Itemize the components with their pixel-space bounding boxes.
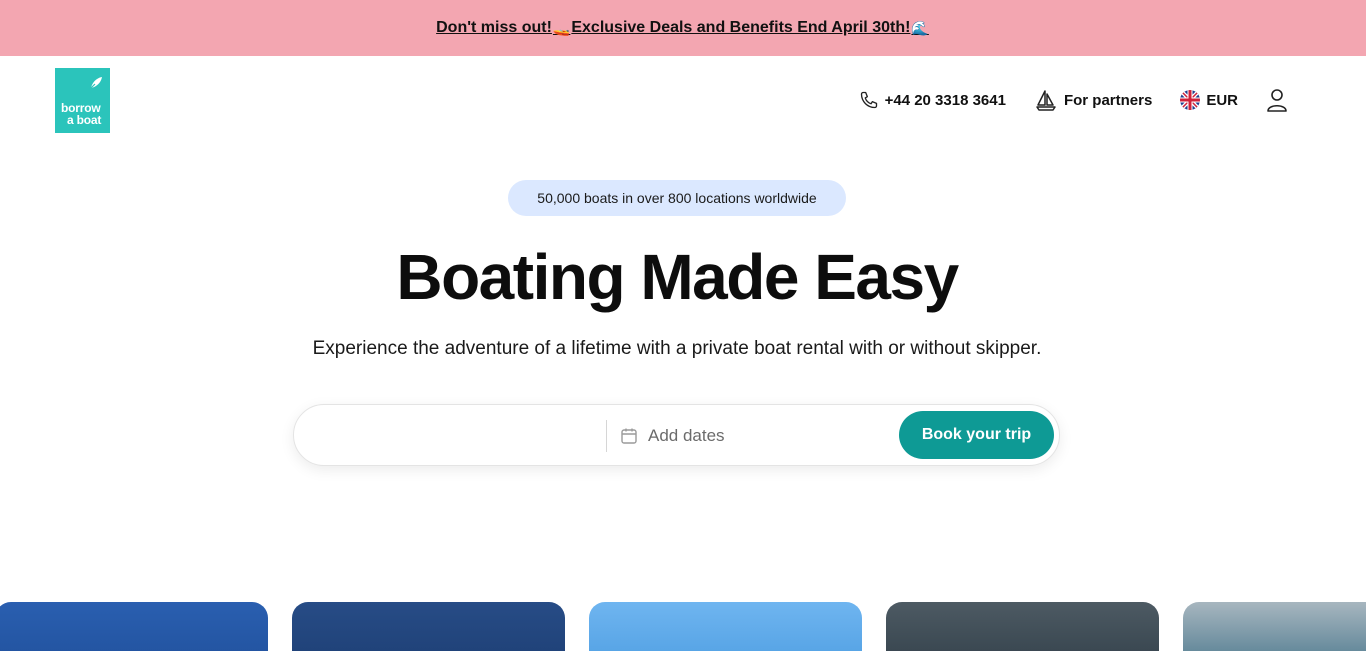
site-header: borrow a boat +44 20 3318 3641 For partn… [0, 56, 1366, 146]
search-bar: Add dates Book your trip [293, 404, 1060, 466]
date-picker-field[interactable]: Add dates [620, 417, 725, 455]
search-divider [606, 420, 607, 452]
hero-subtitle: Experience the adventure of a lifetime w… [312, 338, 1042, 359]
currency-selector[interactable]: EUR [1180, 90, 1238, 110]
promo-link[interactable]: Don't miss out! 🚤 Exclusive Deals and Be… [436, 19, 930, 37]
phone-link[interactable]: +44 20 3318 3641 [859, 90, 1006, 110]
promo-text-end: Exclusive Deals and Benefits End April 3… [571, 19, 911, 36]
partners-label: For partners [1063, 91, 1153, 109]
header-nav: +44 20 3318 3641 For partners EUR [831, 86, 1288, 114]
promo-banner: Don't miss out! 🚤 Exclusive Deals and Be… [0, 0, 1366, 56]
account-button[interactable] [1266, 88, 1288, 112]
promo-text-start: Don't miss out! [436, 19, 552, 36]
calendar-icon [621, 428, 637, 444]
destination-card[interactable] [0, 602, 268, 651]
phone-icon [860, 91, 877, 109]
speedboat-emoji: 🚤 [552, 19, 571, 36]
hero-title: Boating Made Easy [396, 241, 959, 313]
destination-card[interactable] [292, 602, 565, 651]
logo[interactable]: borrow a boat [55, 68, 110, 133]
destination-card[interactable] [589, 602, 862, 651]
wave-emoji: 🌊 [911, 19, 929, 36]
destination-card[interactable] [1183, 602, 1366, 651]
logo-text: borrow a boat [61, 102, 101, 126]
destination-card[interactable] [886, 602, 1159, 651]
destination-cards [0, 602, 1366, 651]
feather-icon [89, 77, 102, 90]
boats-count-badge: 50,000 boats in over 800 locations world… [508, 180, 846, 216]
sailboat-icon [1036, 90, 1056, 111]
uk-flag-icon [1180, 90, 1201, 110]
partners-link[interactable]: For partners [1034, 88, 1152, 112]
phone-number: +44 20 3318 3641 [884, 91, 1006, 109]
location-input[interactable] [314, 417, 599, 455]
dates-placeholder: Add dates [648, 426, 725, 445]
logo-line-2: a boat [67, 113, 102, 127]
book-trip-button[interactable]: Book your trip [899, 411, 1054, 459]
user-icon [1267, 89, 1287, 112]
currency-label: EUR [1206, 91, 1238, 109]
